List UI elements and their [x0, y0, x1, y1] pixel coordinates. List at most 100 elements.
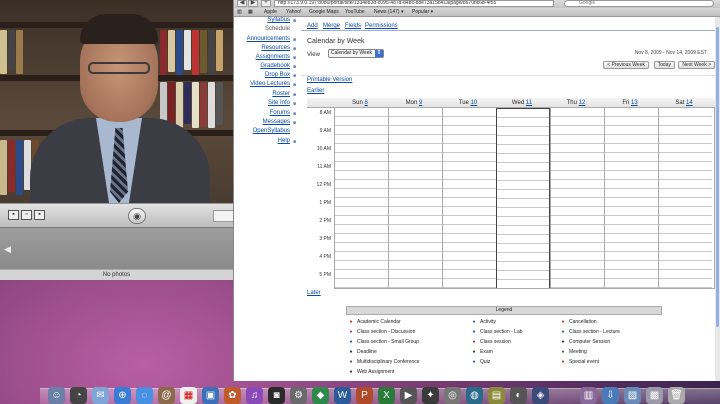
app-icon[interactable]: ◍	[466, 387, 483, 404]
folder-icon[interactable]: ▧	[624, 387, 641, 404]
view-select[interactable]: Calendar by Week	[328, 49, 384, 58]
app-icon[interactable]: ◐	[510, 387, 527, 404]
exam-icon: ●	[472, 349, 476, 355]
site-sidebar: Syllabus ■ Schedule Announcements ■ Resources…	[234, 17, 296, 381]
ichat-icon[interactable]: ◌	[136, 387, 153, 404]
day-column[interactable]	[658, 108, 712, 289]
permissions-link[interactable]: Permissions	[365, 23, 398, 29]
safari-icon[interactable]: ⊕	[114, 387, 131, 404]
finder-icon[interactable]: ☺	[48, 387, 65, 404]
single-view-icon[interactable]: ▫	[21, 210, 32, 220]
documents-icon[interactable]: ▥	[580, 387, 597, 404]
powerpoint-icon[interactable]: P	[356, 387, 373, 404]
camera-icon[interactable]: ◉	[128, 208, 146, 224]
iphoto-icon[interactable]: ✿	[224, 387, 241, 404]
photobooth-icon[interactable]: ◙	[268, 387, 285, 404]
day-column[interactable]	[604, 108, 658, 289]
add-link[interactable]: Add	[307, 23, 318, 29]
search-input[interactable]: Google	[564, 0, 714, 7]
effects-slot[interactable]	[213, 210, 233, 222]
sidebar-item[interactable]: Site Info	[268, 100, 290, 106]
day-column[interactable]	[442, 108, 496, 289]
bookmark-news[interactable]: News (147) ▾	[374, 9, 403, 15]
system-preferences-icon[interactable]: ⚙	[290, 387, 307, 404]
bookmark-google-maps[interactable]: Google Maps	[309, 9, 339, 15]
divider	[301, 75, 715, 76]
app-icon[interactable]: ✦	[422, 387, 439, 404]
itunes-icon[interactable]: ♫	[246, 387, 263, 404]
day-number-link[interactable]: 9	[419, 100, 422, 106]
downloads-icon[interactable]: ⇩	[602, 387, 619, 404]
app-icon[interactable]: ◆	[312, 387, 329, 404]
app-icon[interactable]: ◈	[532, 387, 549, 404]
terminal-icon[interactable]: ▶	[400, 387, 417, 404]
next-week-button[interactable]: Next Week >	[678, 61, 715, 69]
back-icon[interactable]: ◀	[237, 0, 247, 7]
conference-icon: ●	[349, 359, 353, 365]
bookmark-youtube[interactable]: YouTube	[345, 9, 365, 15]
day-number-link[interactable]: 11	[526, 100, 532, 106]
app-icon[interactable]: ◎	[444, 387, 461, 404]
dashboard-icon[interactable]: ◔	[70, 387, 87, 404]
today-button[interactable]: Today	[653, 61, 675, 69]
sidebar-item[interactable]: Help	[278, 138, 290, 144]
url-bar[interactable]: http://173.9.0.197:8080/portal/site/1334…	[274, 0, 554, 7]
word-icon[interactable]: W	[334, 387, 351, 404]
day-number-link[interactable]: 12	[579, 100, 586, 106]
quad-view-icon[interactable]: ▪	[34, 210, 45, 220]
day-number-link[interactable]: 8	[365, 100, 368, 106]
bookmark-yahoo[interactable]: Yahoo!	[286, 9, 301, 15]
sidebar-item[interactable]: Announcements	[247, 36, 290, 42]
tray-arrow-icon[interactable]: ◀	[4, 244, 11, 255]
day-column[interactable]	[496, 108, 550, 289]
previous-week-button[interactable]: < Previous Week	[603, 61, 649, 69]
books	[160, 30, 223, 75]
address-book-icon[interactable]: @	[158, 387, 175, 404]
grid-icon[interactable]: ▦	[248, 9, 253, 15]
stack-icon[interactable]: ▩	[646, 387, 663, 404]
ical-icon[interactable]: ▦	[180, 387, 197, 404]
printable-version-link[interactable]: Printable Version	[307, 77, 352, 83]
sidebar-item[interactable]: Resources	[261, 45, 290, 51]
grid-view-icon[interactable]: ▪	[8, 210, 19, 220]
sidebar-item[interactable]: Forums	[270, 110, 290, 116]
preview-icon[interactable]: ▣	[202, 387, 219, 404]
day-column[interactable]	[388, 108, 442, 289]
sidebar-item[interactable]: Messages	[263, 119, 290, 125]
forward-icon[interactable]: ▶	[248, 0, 258, 7]
deadline-icon: ●	[349, 349, 353, 355]
add-icon[interactable]: +	[261, 0, 271, 7]
excel-icon[interactable]: X	[378, 387, 395, 404]
later-link[interactable]: Later	[307, 290, 321, 296]
trash-icon[interactable]: 🗑	[668, 387, 685, 404]
day-number-link[interactable]: 10	[471, 100, 478, 106]
day-column[interactable]	[334, 108, 388, 289]
hour-label: 10 AM	[316, 146, 331, 152]
fields-link[interactable]: Fields	[345, 23, 361, 29]
legend-item: ● Class section - Discussion	[348, 329, 415, 335]
sidebar-item[interactable]: Gradebook	[260, 63, 290, 69]
bookmarks-icon[interactable]: ▥	[237, 9, 242, 15]
sidebar-item[interactable]: Syllabus	[267, 17, 290, 23]
earlier-link[interactable]: Earlier	[307, 88, 324, 94]
scroll-thumb[interactable]	[716, 27, 719, 327]
day-header: Sun 8	[334, 100, 386, 106]
bookmark-apple[interactable]: Apple	[264, 9, 277, 15]
hour-label: 11 AM	[317, 164, 331, 170]
mail-icon[interactable]: ✉	[92, 387, 109, 404]
merge-link[interactable]: Merge	[323, 23, 340, 29]
legend-label: Class section - Lecture	[569, 329, 620, 335]
week-calendar-grid: Sun 8 Mon 9 Tue 10 Wed 11 Thu 12 Fri 13 Sat 14…	[307, 98, 715, 289]
day-number-link[interactable]: 14	[686, 100, 693, 106]
sidebar-item[interactable]: Roster	[272, 91, 290, 97]
sidebar-item[interactable]: Video Lectures	[250, 81, 290, 87]
sidebar-item[interactable]: Assignments	[256, 54, 290, 60]
day-column[interactable]	[550, 108, 604, 289]
app-icon[interactable]: ▤	[488, 387, 505, 404]
sidebar-item[interactable]: Drop Box	[265, 72, 290, 78]
bookmark-popular[interactable]: Popular ▾	[412, 9, 433, 15]
day-number-link[interactable]: 13	[631, 100, 638, 106]
scrollbar[interactable]	[715, 17, 720, 381]
calendar-header: Sun 8 Mon 9 Tue 10 Wed 11 Thu 12 Fri 13 Sat 14	[307, 98, 715, 108]
sidebar-item[interactable]: OpenSyllabus	[253, 128, 290, 134]
